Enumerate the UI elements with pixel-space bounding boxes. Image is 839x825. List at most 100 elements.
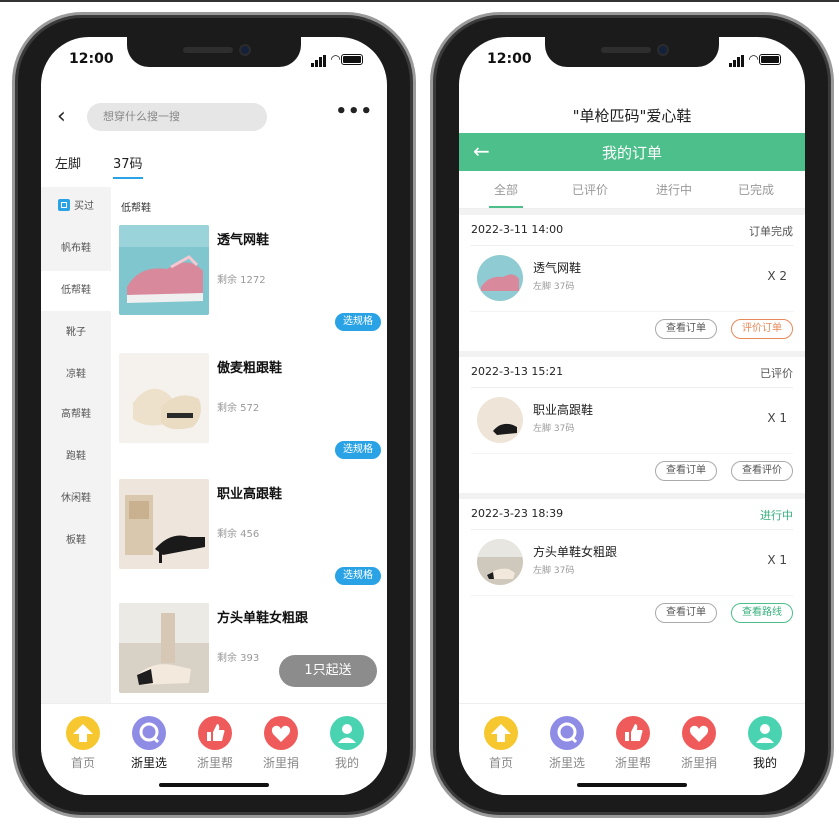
- product-stock: 剩余 1272: [217, 275, 266, 286]
- status-bar: 12:00 ◠: [487, 51, 781, 71]
- product-name: 职业高跟鞋: [217, 487, 283, 502]
- status-bar: 12:00 ◠: [69, 51, 363, 71]
- product-name: 透气网鞋: [217, 233, 270, 248]
- status-icons: ◠: [311, 53, 363, 67]
- search-icon: [132, 716, 166, 750]
- category-item-active[interactable]: 低帮鞋: [41, 271, 111, 311]
- category-sidebar: 买过 帆布鞋 低帮鞋 靴子 凉鞋 高帮鞋 跑鞋 休闲鞋 板鞋: [41, 187, 111, 707]
- tab-completed[interactable]: 已完成: [721, 181, 791, 198]
- order-qty: X 1: [767, 553, 787, 567]
- product-name: 方头单鞋女粗跟: [217, 611, 309, 626]
- category-item[interactable]: 板鞋: [41, 521, 111, 561]
- tab-home[interactable]: 首页: [55, 716, 111, 771]
- tab-donate[interactable]: 浙里捐: [253, 716, 309, 771]
- thumbs-up-icon: [616, 716, 650, 750]
- app-title: "单枪匹码"爱心鞋: [572, 107, 692, 125]
- order-date: 2022-3-23 18:39: [471, 507, 564, 520]
- order-spec: 左脚 37码: [533, 282, 575, 292]
- order-qty: X 2: [767, 269, 787, 283]
- filter-size[interactable]: 37码: [113, 153, 143, 179]
- category-item[interactable]: 帆布鞋: [41, 229, 111, 269]
- product-image: [119, 353, 209, 443]
- min-order-button[interactable]: 1只起送: [279, 655, 377, 687]
- bought-icon: [58, 199, 70, 211]
- tab-label: 浙里帮: [196, 756, 233, 770]
- product-list: 低帮鞋 透气网鞋 剩余 1272 选规格 傲麦粗跟鞋 剩余 572 选规格 职业…: [111, 187, 387, 707]
- status-time: 12:00: [487, 51, 532, 67]
- select-spec-button[interactable]: 选规格: [335, 441, 381, 459]
- view-order-button[interactable]: 查看订单: [655, 319, 717, 339]
- tab-profile[interactable]: 我的: [319, 716, 375, 771]
- category-item[interactable]: 凉鞋: [41, 355, 111, 395]
- home-icon: [66, 716, 100, 750]
- product-card[interactable]: 透气网鞋 剩余 1272 选规格: [119, 225, 387, 345]
- home-icon: [484, 716, 518, 750]
- tab-home[interactable]: 首页: [473, 716, 529, 771]
- tab-select[interactable]: 浙里选: [539, 716, 595, 771]
- product-stock: 剩余 393: [217, 653, 260, 664]
- order-product-name: 透气网鞋: [533, 261, 582, 275]
- phone-frame-left: 12:00 ◠ ‹ 想穿什么搜一搜 ••• 左脚 37码 买过 帆布鞋 低帮鞋 …: [12, 12, 416, 818]
- category-item-bought[interactable]: 买过: [41, 187, 111, 227]
- tab-in-progress[interactable]: 进行中: [639, 181, 709, 198]
- order-status: 进行中: [760, 509, 793, 522]
- product-card[interactable]: 傲麦粗跟鞋 剩余 572 选规格: [119, 353, 387, 473]
- battery-icon: [341, 54, 363, 65]
- category-item[interactable]: 靴子: [41, 313, 111, 353]
- tab-select[interactable]: 浙里选: [121, 716, 177, 771]
- back-arrow-icon[interactable]: ‹: [57, 105, 66, 129]
- product-image: [119, 225, 209, 315]
- review-order-button[interactable]: 评价订单: [731, 319, 793, 339]
- category-item[interactable]: 高帮鞋: [41, 395, 111, 435]
- tab-label: 浙里帮: [614, 756, 651, 770]
- tab-help[interactable]: 浙里帮: [187, 716, 243, 771]
- tab-label: 浙里捐: [262, 756, 299, 770]
- tab-reviewed[interactable]: 已评价: [555, 181, 625, 198]
- orders-screen: 12:00 ◠ "单枪匹码"爱心鞋 ← 我的订单 全部 已评价 进行中 已完成 …: [459, 37, 805, 795]
- order-spec: 左脚 37码: [533, 424, 575, 434]
- order-spec: 左脚 37码: [533, 566, 575, 576]
- product-card[interactable]: 职业高跟鞋 剩余 456 选规格: [119, 479, 387, 599]
- search-header: ‹ 想穿什么搜一搜 •••: [41, 101, 387, 135]
- search-input[interactable]: 想穿什么搜一搜: [87, 103, 267, 131]
- order-status: 已评价: [760, 367, 793, 380]
- select-spec-button[interactable]: 选规格: [335, 313, 381, 331]
- tab-label: 首页: [70, 756, 95, 770]
- view-review-button[interactable]: 查看评价: [731, 461, 793, 481]
- phone-frame-right: 12:00 ◠ "单枪匹码"爱心鞋 ← 我的订单 全部 已评价 进行中 已完成 …: [430, 12, 834, 818]
- select-spec-button[interactable]: 选规格: [335, 567, 381, 585]
- category-item[interactable]: 跑鞋: [41, 437, 111, 477]
- order-card: 2022-3-13 15:21 已评价 职业高跟鞋 左脚 37码 X 1 查看订…: [459, 351, 805, 493]
- tab-label: 我的: [752, 756, 777, 770]
- tab-profile[interactable]: 我的: [737, 716, 793, 771]
- wifi-icon: ◠: [331, 52, 341, 66]
- order-image: [477, 255, 523, 301]
- category-item[interactable]: 休闲鞋: [41, 479, 111, 519]
- home-indicator: [577, 783, 687, 787]
- product-list-screen: 12:00 ◠ ‹ 想穿什么搜一搜 ••• 左脚 37码 买过 帆布鞋 低帮鞋 …: [41, 37, 387, 795]
- order-image: [477, 397, 523, 443]
- status-icons: ◠: [729, 53, 781, 67]
- product-image: [119, 603, 209, 693]
- product-stock: 剩余 456: [217, 529, 260, 540]
- view-order-button[interactable]: 查看订单: [655, 461, 717, 481]
- tab-label: 我的: [334, 756, 359, 770]
- tab-help[interactable]: 浙里帮: [605, 716, 661, 771]
- section-header: 低帮鞋: [121, 203, 151, 214]
- wifi-icon: ◠: [749, 52, 759, 66]
- thumbs-up-icon: [198, 716, 232, 750]
- bottom-tab-bar: 首页 浙里选 浙里帮 浙里捐 我的: [459, 703, 805, 795]
- bottom-tab-bar: 首页 浙里选 浙里帮 浙里捐 我的: [41, 703, 387, 795]
- order-card: 2022-3-11 14:00 订单完成 透气网鞋 左脚 37码 X 2 查看订…: [459, 209, 805, 351]
- tab-label: 首页: [488, 756, 513, 770]
- view-order-button[interactable]: 查看订单: [655, 603, 717, 623]
- order-qty: X 1: [767, 411, 787, 425]
- order-card: 2022-3-23 18:39 进行中 方头单鞋女粗跟 左脚 37码 X 1 查…: [459, 493, 805, 635]
- search-icon: [550, 716, 584, 750]
- tab-all[interactable]: 全部: [471, 181, 541, 208]
- more-icon[interactable]: •••: [335, 101, 373, 122]
- filter-foot[interactable]: 左脚: [55, 153, 81, 172]
- signal-icon: [729, 55, 745, 67]
- view-route-button[interactable]: 查看路线: [731, 603, 793, 623]
- tab-donate[interactable]: 浙里捐: [671, 716, 727, 771]
